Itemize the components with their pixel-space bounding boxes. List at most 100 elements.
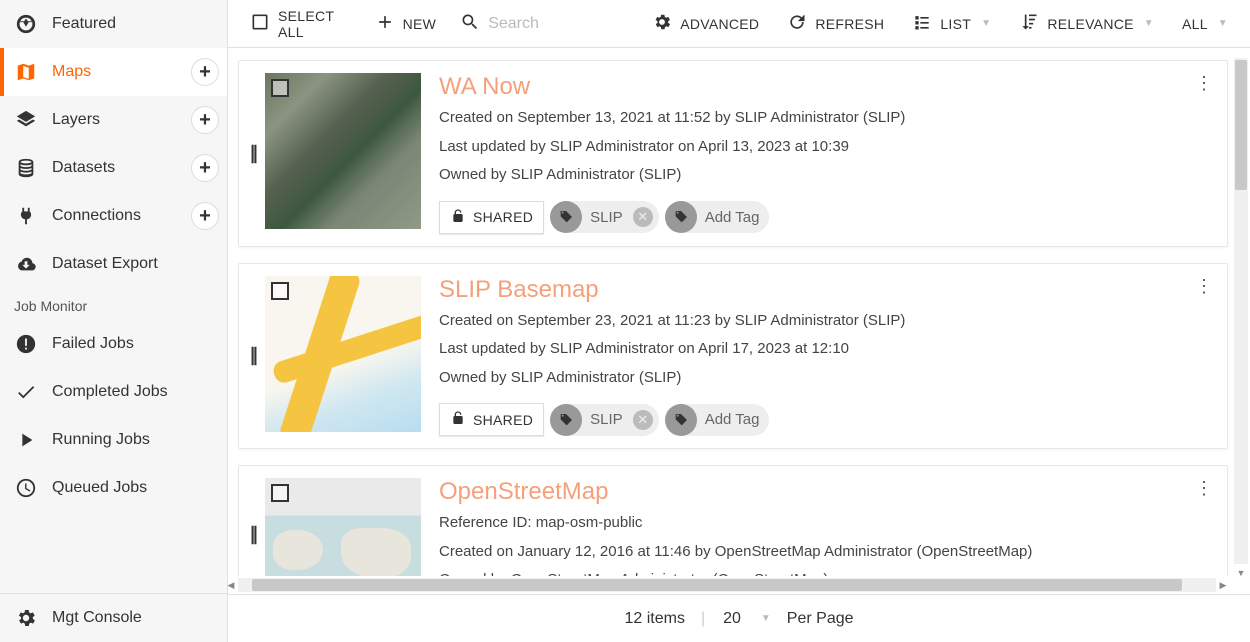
created-text: Created on September 13, 2021 at 11:52 b…	[439, 107, 1211, 130]
refresh-button[interactable]: REFRESH	[775, 6, 896, 41]
map-title[interactable]: OpenStreetMap	[439, 478, 1211, 506]
caret-down-icon: ▼	[981, 18, 991, 29]
sort-dropdown[interactable]: RELEVANCE ▼	[1007, 6, 1166, 41]
pagination-footer: 12 items | 20 ▼ Per Page	[228, 594, 1250, 642]
gear-icon	[14, 606, 38, 630]
new-label: NEW	[403, 16, 437, 32]
sidebar-label: Completed Jobs	[52, 383, 168, 401]
map-thumbnail[interactable]	[265, 276, 421, 432]
select-checkbox[interactable]	[271, 79, 289, 97]
shared-button[interactable]: SHARED	[439, 201, 544, 234]
sidebar-item-dataset-export[interactable]: Dataset Export	[0, 240, 227, 288]
map-card[interactable]: ∥ WA Now Created on September 13, 2021 a…	[238, 60, 1228, 247]
sidebar-item-completed-jobs[interactable]: Completed Jobs	[0, 368, 227, 416]
add-connection-button[interactable]: +	[191, 202, 219, 230]
sidebar-item-mgt-console[interactable]: Mgt Console	[0, 594, 227, 642]
advanced-button[interactable]: ADVANCED	[640, 6, 771, 41]
sidebar-item-running-jobs[interactable]: Running Jobs	[0, 416, 227, 464]
tag-label: SLIP	[582, 411, 633, 428]
sidebar-item-datasets[interactable]: Datasets +	[0, 144, 227, 192]
toolbar: SELECT ALL NEW ADVANCED REFRESH LIST	[228, 0, 1250, 48]
cloud-download-icon	[14, 252, 38, 276]
sidebar-item-failed-jobs[interactable]: Failed Jobs	[0, 320, 227, 368]
search-input[interactable]	[488, 15, 618, 33]
owned-text: Owned by SLIP Administrator (SLIP)	[439, 367, 1211, 390]
item-count: 12 items	[624, 610, 684, 628]
select-checkbox[interactable]	[271, 282, 289, 300]
per-page-label: Per Page	[787, 610, 854, 628]
refresh-label: REFRESH	[815, 16, 884, 32]
drag-handle-icon[interactable]: ∥	[245, 73, 263, 234]
reference-text: Reference ID: map-osm-public	[439, 512, 1211, 535]
scroll-down-icon[interactable]: ▼	[1234, 566, 1248, 580]
tag-icon	[665, 404, 697, 436]
sidebar-item-layers[interactable]: Layers +	[0, 96, 227, 144]
error-icon	[14, 332, 38, 356]
caret-down-icon: ▼	[1218, 18, 1228, 29]
search-field[interactable]	[452, 8, 632, 39]
list-icon	[912, 12, 932, 35]
map-card[interactable]: ∥ SLIP Basemap Created on September 23, …	[238, 263, 1228, 450]
owned-text: Owned by OpenStreetMap Administrator (Op…	[439, 569, 1211, 576]
sidebar-item-queued-jobs[interactable]: Queued Jobs	[0, 464, 227, 512]
tag-icon	[665, 201, 697, 233]
drag-handle-icon[interactable]: ∥	[245, 478, 263, 576]
sidebar-label: Queued Jobs	[52, 479, 147, 497]
new-button[interactable]: NEW	[363, 6, 449, 41]
card-menu-icon[interactable]: ⋮	[1195, 478, 1213, 499]
map-thumbnail[interactable]	[265, 73, 421, 229]
select-all-button[interactable]: SELECT ALL	[238, 2, 359, 46]
scrollbar-thumb[interactable]	[252, 579, 1182, 591]
tag-chip[interactable]: SLIP ✕	[550, 404, 659, 436]
sidebar-item-maps[interactable]: Maps +	[0, 48, 227, 96]
check-icon	[14, 380, 38, 404]
vertical-scrollbar[interactable]: ▼	[1234, 58, 1248, 564]
tag-label: SLIP	[582, 209, 633, 226]
shared-button[interactable]: SHARED	[439, 403, 544, 436]
filter-all-dropdown[interactable]: ALL ▼	[1170, 10, 1240, 38]
add-map-button[interactable]: +	[191, 58, 219, 86]
featured-icon	[14, 12, 38, 36]
add-tag-chip[interactable]: Add Tag	[665, 201, 770, 233]
add-layer-button[interactable]: +	[191, 106, 219, 134]
caret-down-icon[interactable]: ▼	[761, 613, 771, 624]
card-menu-icon[interactable]: ⋮	[1195, 73, 1213, 94]
filter-label: ALL	[1182, 16, 1208, 32]
scroll-left-icon[interactable]: ◀	[228, 578, 238, 592]
job-monitor-heading: Job Monitor	[0, 288, 227, 320]
map-title[interactable]: SLIP Basemap	[439, 276, 1211, 304]
map-thumbnail[interactable]	[265, 478, 421, 576]
sidebar-label: Connections	[52, 207, 141, 225]
sidebar-item-featured[interactable]: Featured	[0, 0, 227, 48]
results-list: ∥ WA Now Created on September 13, 2021 a…	[228, 48, 1232, 576]
add-tag-chip[interactable]: Add Tag	[665, 404, 770, 436]
sidebar-label: Failed Jobs	[52, 335, 134, 353]
add-dataset-button[interactable]: +	[191, 154, 219, 182]
sidebar-label: Featured	[52, 15, 116, 33]
add-tag-label: Add Tag	[697, 411, 770, 428]
map-card[interactable]: ∥ OpenStreetMap Reference ID: map-osm-pu…	[238, 465, 1228, 576]
owned-text: Owned by SLIP Administrator (SLIP)	[439, 164, 1211, 187]
sort-label: RELEVANCE	[1047, 16, 1133, 32]
gear-icon	[652, 12, 672, 35]
sort-icon	[1019, 12, 1039, 35]
scroll-right-icon[interactable]: ▶	[1216, 578, 1230, 592]
tag-chip[interactable]: SLIP ✕	[550, 201, 659, 233]
select-checkbox[interactable]	[271, 484, 289, 502]
checkbox-outline-icon	[250, 12, 270, 35]
scrollbar-thumb[interactable]	[1235, 60, 1247, 190]
divider: |	[701, 610, 705, 628]
card-menu-icon[interactable]: ⋮	[1195, 276, 1213, 297]
list-label: LIST	[940, 16, 971, 32]
remove-tag-icon[interactable]: ✕	[633, 207, 653, 227]
sidebar-label: Mgt Console	[52, 609, 142, 627]
horizontal-scrollbar[interactable]: ◀ ▶	[238, 578, 1216, 592]
remove-tag-icon[interactable]: ✕	[633, 410, 653, 430]
drag-handle-icon[interactable]: ∥	[245, 276, 263, 437]
unlock-icon	[450, 410, 466, 429]
per-page-value[interactable]: 20	[721, 610, 743, 628]
map-title[interactable]: WA Now	[439, 73, 1211, 101]
plus-icon	[375, 12, 395, 35]
sidebar-item-connections[interactable]: Connections +	[0, 192, 227, 240]
list-view-dropdown[interactable]: LIST ▼	[900, 6, 1003, 41]
